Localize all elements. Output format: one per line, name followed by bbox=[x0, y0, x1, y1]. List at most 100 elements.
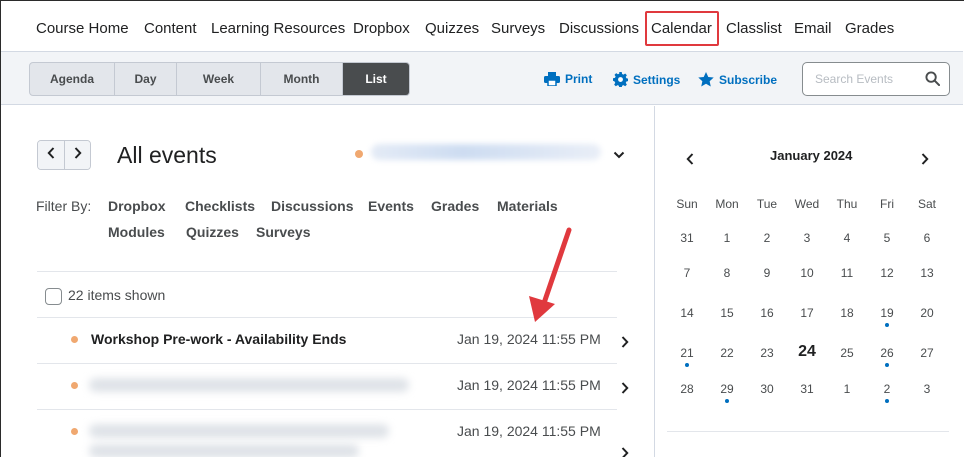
event-indicator-dot bbox=[685, 363, 689, 367]
calendar-day[interactable]: 1 bbox=[827, 382, 867, 396]
filter-grades[interactable]: Grades bbox=[431, 198, 479, 214]
event-date: Jan 19, 2024 11:55 PM bbox=[457, 377, 601, 393]
nav-course-home[interactable]: Course Home bbox=[36, 20, 129, 37]
event-date: Jan 19, 2024 11:55 PM bbox=[457, 423, 601, 439]
filter-surveys[interactable]: Surveys bbox=[256, 224, 310, 240]
nav-surveys[interactable]: Surveys bbox=[491, 20, 545, 37]
filter-modules[interactable]: Modules bbox=[108, 224, 165, 240]
nav-quizzes[interactable]: Quizzes bbox=[425, 20, 479, 37]
calendar-day[interactable]: 1 bbox=[707, 231, 747, 245]
course-selector-value[interactable] bbox=[371, 144, 601, 160]
filter-discussions[interactable]: Discussions bbox=[271, 198, 353, 214]
view-day-button[interactable]: Day bbox=[115, 63, 177, 95]
calendar-day[interactable]: 31 bbox=[787, 382, 827, 396]
calendar-day[interactable]: 30 bbox=[747, 382, 787, 396]
calendar-day[interactable]: 22 bbox=[707, 346, 747, 360]
calendar-day[interactable]: 10 bbox=[787, 266, 827, 280]
nav-classlist[interactable]: Classlist bbox=[726, 20, 782, 37]
filter-events[interactable]: Events bbox=[368, 198, 414, 214]
calendar-day[interactable]: 25 bbox=[827, 346, 867, 360]
calendar-highlight-box bbox=[645, 11, 719, 46]
nav-dropbox[interactable]: Dropbox bbox=[353, 20, 410, 37]
nav-grades[interactable]: Grades bbox=[845, 20, 894, 37]
filter-checklists[interactable]: Checklists bbox=[185, 198, 255, 214]
view-week-button[interactable]: Week bbox=[177, 63, 261, 95]
search-icon[interactable] bbox=[925, 71, 941, 91]
divider bbox=[37, 409, 617, 410]
date-nav-buttons bbox=[37, 140, 91, 170]
calendar-day[interactable]: 2 bbox=[867, 382, 907, 396]
view-agenda-button[interactable]: Agenda bbox=[30, 63, 115, 95]
nav-discussions[interactable]: Discussions bbox=[559, 20, 639, 37]
event-indicator-dot bbox=[885, 323, 889, 327]
calendar-day[interactable]: 27 bbox=[907, 346, 947, 360]
subscribe-button[interactable]: Subscribe bbox=[698, 72, 777, 87]
nav-learning-resources[interactable]: Learning Resources bbox=[211, 20, 345, 37]
prev-month-icon[interactable] bbox=[686, 152, 694, 170]
calendar-day[interactable]: 7 bbox=[667, 266, 707, 280]
view-list-button[interactable]: List bbox=[343, 63, 409, 95]
nav-email[interactable]: Email bbox=[794, 20, 832, 37]
weekday-label: Tue bbox=[756, 197, 778, 211]
next-month-icon[interactable] bbox=[921, 152, 929, 170]
events-list-panel: All events Filter By: Dropbox Checklists… bbox=[1, 106, 653, 457]
calendar-day[interactable]: 11 bbox=[827, 266, 867, 280]
calendar-day[interactable]: 19 bbox=[867, 306, 907, 320]
filter-label: Filter By: bbox=[36, 198, 92, 214]
settings-button[interactable]: Settings bbox=[613, 72, 680, 87]
filter-quizzes[interactable]: Quizzes bbox=[186, 224, 239, 240]
weekday-label: Sun bbox=[676, 197, 698, 211]
calendar-day[interactable]: 9 bbox=[747, 266, 787, 280]
filter-materials[interactable]: Materials bbox=[497, 198, 558, 214]
chevron-down-icon[interactable] bbox=[613, 146, 625, 164]
calendar-day[interactable]: 12 bbox=[867, 266, 907, 280]
divider bbox=[667, 431, 949, 432]
next-button[interactable] bbox=[64, 141, 90, 169]
calendar-day[interactable]: 20 bbox=[907, 306, 947, 320]
calendar-day[interactable]: 16 bbox=[747, 306, 787, 320]
filter-dropbox[interactable]: Dropbox bbox=[108, 198, 166, 214]
calendar-day[interactable]: 31 bbox=[667, 231, 707, 245]
weekday-label: Fri bbox=[880, 197, 894, 211]
calendar-month-title: January 2024 bbox=[770, 148, 853, 163]
event-indicator-dot bbox=[885, 399, 889, 403]
calendar-day[interactable]: 21 bbox=[667, 346, 707, 360]
event-title-redacted[interactable] bbox=[89, 424, 389, 438]
calendar-day[interactable]: 24 bbox=[787, 343, 827, 361]
course-color-dot bbox=[355, 150, 363, 158]
view-month-button[interactable]: Month bbox=[261, 63, 343, 95]
calendar-day[interactable]: 5 bbox=[867, 231, 907, 245]
chevron-right-icon[interactable] bbox=[621, 381, 629, 399]
print-button[interactable]: Print bbox=[544, 72, 592, 86]
chevron-right-icon[interactable] bbox=[621, 335, 629, 353]
calendar-day[interactable]: 23 bbox=[747, 346, 787, 360]
select-all-checkbox[interactable] bbox=[45, 288, 62, 305]
event-title-redacted[interactable] bbox=[89, 378, 409, 392]
weekday-label: Mon bbox=[715, 197, 739, 211]
calendar-day[interactable]: 29 bbox=[707, 382, 747, 396]
event-indicator-dot bbox=[885, 363, 889, 367]
event-color-dot bbox=[71, 428, 78, 435]
calendar-day[interactable]: 18 bbox=[827, 306, 867, 320]
course-navbar: Course Home Content Learning Resources D… bbox=[1, 1, 963, 52]
calendar-day[interactable]: 3 bbox=[787, 231, 827, 245]
weekday-label: Thu bbox=[836, 197, 858, 211]
chevron-right-icon[interactable] bbox=[621, 446, 629, 457]
calendar-day[interactable]: 15 bbox=[707, 306, 747, 320]
calendar-day[interactable]: 13 bbox=[907, 266, 947, 280]
nav-content[interactable]: Content bbox=[144, 20, 197, 37]
calendar-day[interactable]: 8 bbox=[707, 266, 747, 280]
event-title[interactable]: Workshop Pre-work - Availability Ends bbox=[91, 331, 346, 347]
calendar-day[interactable]: 26 bbox=[867, 346, 907, 360]
calendar-day[interactable]: 28 bbox=[667, 382, 707, 396]
calendar-day[interactable]: 6 bbox=[907, 231, 947, 245]
calendar-day[interactable]: 3 bbox=[907, 382, 947, 396]
calendar-day[interactable]: 14 bbox=[667, 306, 707, 320]
event-color-dot bbox=[71, 382, 78, 389]
calendar-day[interactable]: 17 bbox=[787, 306, 827, 320]
calendar-day[interactable]: 4 bbox=[827, 231, 867, 245]
search-events-field[interactable]: Search Events bbox=[802, 62, 950, 96]
previous-button[interactable] bbox=[38, 141, 64, 169]
settings-label: Settings bbox=[633, 72, 681, 87]
calendar-day[interactable]: 2 bbox=[747, 231, 787, 245]
